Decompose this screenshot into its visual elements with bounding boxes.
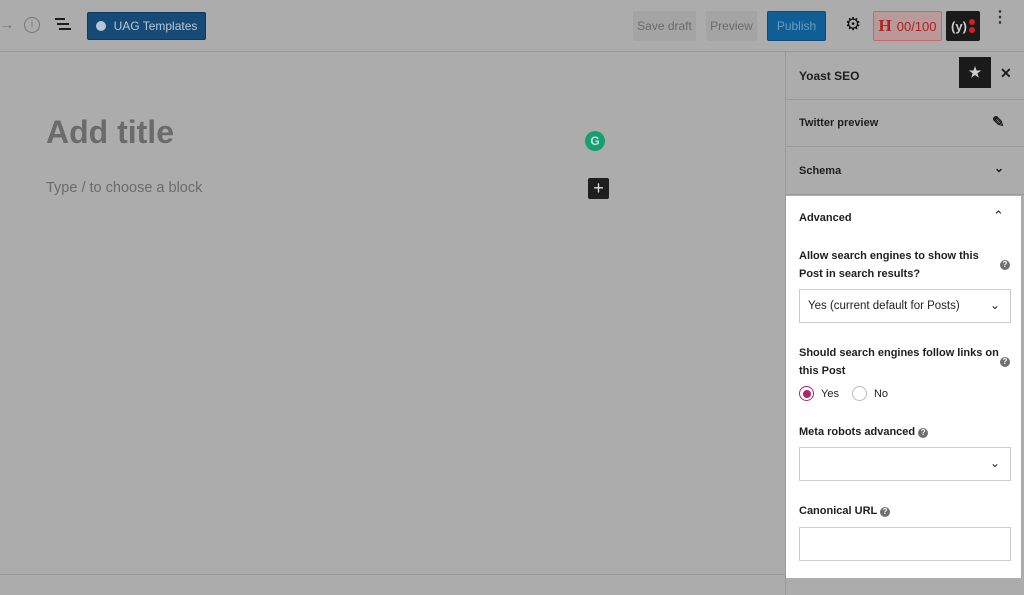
meta-robots-select[interactable]: ⌄ <box>799 447 1011 481</box>
canonical-url-input[interactable] <box>799 527 1011 561</box>
more-options-icon[interactable]: ⋮ <box>992 10 1008 26</box>
meta-robots-label: Meta robots advanced ? <box>799 423 929 441</box>
headline-score-button[interactable]: H 00/100 <box>873 11 942 41</box>
help-icon[interactable]: ? <box>918 428 929 438</box>
help-icon[interactable]: ? <box>1000 357 1010 367</box>
uag-templates-button[interactable]: UAG Templates <box>87 12 206 40</box>
info-icon[interactable]: i <box>24 17 40 33</box>
yoast-logo-icon: (y) <box>951 18 967 34</box>
help-icon[interactable]: ? <box>1000 260 1010 270</box>
list-view-icon[interactable] <box>55 18 71 30</box>
follow-question: Should search engines follow links on th… <box>799 347 999 377</box>
index-question: Allow search engines to show this Post i… <box>799 250 979 280</box>
chevron-up-icon[interactable]: ⌃ <box>993 208 1004 224</box>
save-draft-button[interactable]: Save draft <box>633 11 696 41</box>
block-placeholder[interactable]: Type / to choose a block <box>46 180 202 196</box>
chevron-down-icon: ⌄ <box>989 456 1000 470</box>
settings-gear-icon[interactable]: ⚙ <box>845 14 861 35</box>
grammarly-icon[interactable]: G <box>585 131 605 151</box>
star-icon[interactable]: ★ <box>959 57 991 88</box>
canonical-url-label: Canonical URL ? <box>799 502 891 520</box>
close-icon[interactable]: ✕ <box>1000 65 1012 82</box>
publish-button[interactable]: Publish <box>767 11 826 41</box>
chevron-down-icon: ⌄ <box>994 161 1005 175</box>
edit-icon[interactable]: ✎ <box>992 113 1005 131</box>
follow-no-radio[interactable] <box>851 386 867 401</box>
index-select[interactable]: Yes (current default for Posts) ⌄ <box>799 289 1011 323</box>
help-icon[interactable]: ? <box>880 507 891 517</box>
follow-yes-radio[interactable] <box>799 386 814 401</box>
top-toolbar: → i UAG Templates Save draft Preview Pub… <box>0 0 1024 52</box>
footer-bar <box>0 574 785 595</box>
chevron-down-icon: ⌄ <box>989 298 1000 312</box>
sidebar-header: Yoast SEO ★ ✕ <box>786 52 1024 100</box>
redo-icon[interactable]: → <box>0 16 14 32</box>
add-block-icon[interactable]: + <box>588 178 609 199</box>
advanced-section: Advanced ⌃ Allow search engines to show … <box>786 196 1021 578</box>
schema-section[interactable]: Schema ⌄ <box>786 147 1024 195</box>
uag-logo-icon <box>95 21 106 31</box>
post-title-input[interactable]: Add title <box>46 114 174 151</box>
advanced-header[interactable]: Advanced <box>799 209 852 227</box>
preview-button[interactable]: Preview <box>706 11 757 41</box>
twitter-preview-section[interactable]: Twitter preview ✎ <box>786 100 1024 147</box>
yoast-button[interactable]: (y) <box>946 11 980 41</box>
